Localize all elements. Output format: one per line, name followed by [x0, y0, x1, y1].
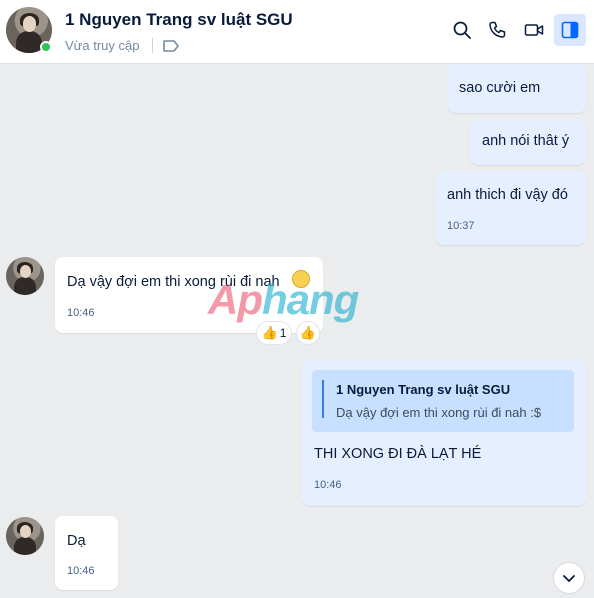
avatar[interactable] [6, 517, 44, 555]
message-timestamp: 10:46 [67, 307, 95, 319]
message-timestamp: 10:37 [447, 220, 475, 232]
quoted-text: Dạ vậy đợi em thi xong rùi đi nah :$ [336, 405, 542, 420]
quoted-sender: 1 Nguyen Trang sv luật SGU [336, 382, 511, 397]
message-text: Dạ [67, 533, 86, 549]
last-seen-status: Vừa truy cập [65, 38, 140, 53]
reaction-summary[interactable]: 👍 1 [256, 321, 292, 345]
video-call-icon [524, 24, 544, 36]
add-reaction-button[interactable]: 👍 [296, 321, 320, 345]
message-bubble[interactable]: Dạ 10:46 [55, 516, 118, 590]
watermark-part: Ap [208, 276, 263, 323]
tag-icon[interactable] [162, 38, 180, 54]
message-text: anh thich đi vậy đó [447, 187, 568, 203]
reaction-count: 1 [279, 326, 287, 340]
message-timestamp: 10:46 [67, 565, 95, 577]
message-bubble[interactable]: anh nói thât ý [470, 119, 586, 165]
message-text: THI XONG ĐI ĐÀ LẠT HÉ [314, 446, 482, 462]
avatar[interactable] [6, 257, 44, 295]
message-bubble[interactable]: sao cười em [447, 64, 586, 113]
chat-header: 1 Nguyen Trang sv luật SGU Vừa truy cập [0, 0, 594, 64]
message-text: sao cười em [459, 80, 541, 96]
thumbs-up-icon: 👍 [299, 325, 317, 340]
video-call-button[interactable] [518, 14, 550, 46]
chat-title[interactable]: 1 Nguyen Trang sv luật SGU [65, 10, 293, 30]
voice-call-button[interactable] [482, 14, 514, 46]
chevron-down-icon [563, 575, 575, 582]
scroll-to-bottom-button[interactable] [553, 562, 585, 594]
online-status-dot [40, 41, 52, 53]
message-bubble[interactable]: 1 Nguyen Trang sv luật SGU Dạ vậy đợi em… [302, 360, 586, 506]
watermark-part: hang [262, 276, 359, 323]
search-icon [453, 21, 471, 39]
conversation-info-toggle[interactable] [554, 14, 586, 46]
quote-bar [322, 380, 324, 418]
watermark-logo: Aphang [208, 276, 359, 324]
sidebar-toggle-icon [561, 21, 579, 39]
phone-icon [489, 21, 506, 38]
message-text: anh nói thât ý [482, 133, 570, 149]
message-timestamp: 10:46 [314, 479, 342, 491]
search-button[interactable] [446, 14, 478, 46]
thumbs-up-icon: 👍 [261, 325, 278, 340]
quoted-message[interactable]: 1 Nguyen Trang sv luật SGU Dạ vậy đợi em… [312, 370, 574, 432]
divider [152, 38, 153, 53]
message-bubble[interactable]: anh thich đi vậy đó 10:37 [435, 171, 586, 245]
